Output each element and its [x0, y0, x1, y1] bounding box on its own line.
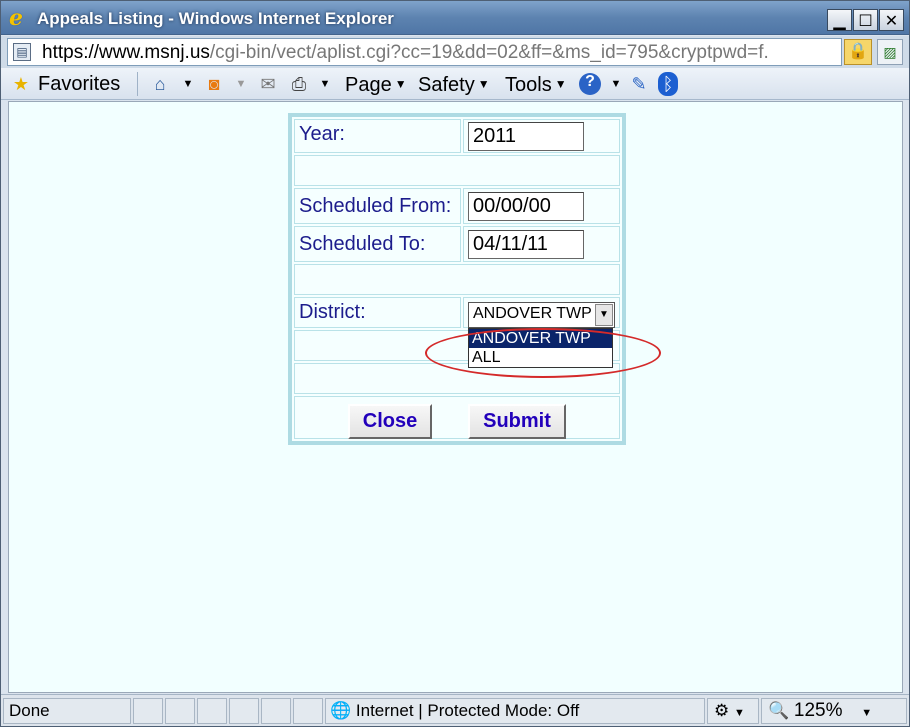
chevron-down-icon[interactable]: ▼ — [595, 304, 613, 326]
bluetooth-icon[interactable]: ᛒ — [658, 72, 678, 96]
button-row — [294, 396, 620, 439]
chevron-down-icon: ▼ — [477, 77, 490, 91]
district-option[interactable]: ANDOVER TWP — [469, 329, 612, 348]
browser-window: e Appeals Listing - Windows Internet Exp… — [0, 0, 910, 727]
scheduled-to-label: Scheduled To: — [299, 233, 426, 255]
chevron-down-icon: ▼ — [394, 77, 407, 91]
zoom-icon: 🔍 — [768, 701, 790, 720]
close-button[interactable]: Close — [348, 404, 432, 439]
close-window-button[interactable]: ✕ — [879, 9, 904, 31]
url-host: msnj.us — [144, 42, 210, 63]
mail-icon[interactable]: ✉ — [256, 72, 280, 96]
zoom-button[interactable]: 🔍 125% ▼ — [761, 698, 907, 724]
home-dropdown-icon[interactable]: ▼ — [176, 72, 200, 96]
district-dropdown-list: ANDOVER TWP ALL — [468, 328, 613, 368]
lock-icon[interactable]: 🔒 — [844, 39, 872, 65]
status-pane — [261, 698, 291, 724]
page-icon: ▤ — [13, 43, 31, 61]
district-option[interactable]: ALL — [469, 348, 612, 367]
district-select[interactable]: ANDOVER TWP ▼ — [468, 302, 615, 328]
status-pane — [293, 698, 323, 724]
compatibility-view-icon[interactable]: ▨ — [877, 39, 903, 65]
maximize-button[interactable]: ☐ — [853, 9, 878, 31]
security-zone-text: Internet | Protected Mode: Off — [355, 701, 580, 720]
scheduled-from-label: Scheduled From: — [299, 195, 452, 217]
status-pane — [165, 698, 195, 724]
minimize-button[interactable]: ▁ — [827, 9, 852, 31]
district-label-cell: District: — [294, 297, 461, 328]
appeals-form: Year: 2011 Scheduled From: 00/00/00 Sche… — [288, 113, 626, 445]
from-label-cell: Scheduled From: — [294, 188, 461, 224]
zoom-level: 125% — [793, 700, 843, 721]
scheduled-from-input[interactable]: 00/00/00 — [468, 192, 584, 221]
home-icon[interactable]: ⌂ — [148, 72, 172, 96]
feeds-dropdown-icon[interactable]: ▼ — [229, 72, 253, 96]
research-pen-icon[interactable]: ✎ — [627, 72, 651, 96]
window-title: Appeals Listing - Windows Internet Explo… — [37, 9, 394, 28]
favorites-button[interactable]: Favorites — [38, 72, 120, 96]
favorites-star-icon[interactable]: ★ — [9, 72, 33, 96]
submit-button[interactable]: Submit — [468, 404, 566, 439]
scheduled-to-input[interactable]: 04/11/11 — [468, 230, 584, 259]
status-pane — [133, 698, 163, 724]
to-label-cell: Scheduled To: — [294, 226, 461, 262]
url-input[interactable]: ▤ https://www.msnj.us/cgi-bin/vect/aplis… — [7, 38, 842, 66]
url-text: https://www.msnj.us/cgi-bin/vect/aplist.… — [42, 42, 769, 64]
chevron-down-icon: ▼ — [733, 707, 745, 719]
status-pane — [197, 698, 227, 724]
gear-icon: ⚙ — [714, 701, 730, 720]
chevron-down-icon: ▼ — [861, 707, 873, 719]
help-dropdown-icon[interactable]: ▼ — [604, 72, 628, 96]
safety-menu-label: Safety — [418, 74, 475, 96]
district-selected-value: ANDOVER TWP — [473, 305, 592, 322]
tools-menu[interactable]: Tools ▼ — [505, 72, 567, 96]
safety-menu[interactable]: Safety ▼ — [418, 72, 490, 96]
url-scheme: https://www. — [42, 42, 145, 63]
address-bar: ▤ https://www.msnj.us/cgi-bin/vect/aplis… — [1, 36, 909, 68]
security-zone[interactable]: 🌐 Internet | Protected Mode: Off — [325, 698, 705, 724]
toolbar-divider — [137, 72, 138, 96]
year-input[interactable]: 2011 — [468, 122, 584, 151]
spacer-row — [294, 155, 620, 186]
print-icon[interactable]: ⎙ — [287, 72, 311, 96]
year-label-cell: Year: — [294, 119, 461, 153]
page-content: Year: 2011 Scheduled From: 00/00/00 Sche… — [8, 101, 903, 693]
status-pane — [229, 698, 259, 724]
spacer-row — [294, 264, 620, 295]
title-bar[interactable]: e Appeals Listing - Windows Internet Exp… — [1, 1, 909, 35]
status-text: Done — [3, 698, 131, 724]
help-icon[interactable]: ? — [579, 73, 601, 95]
chevron-down-icon: ▼ — [554, 77, 567, 91]
district-label: District: — [299, 301, 366, 323]
globe-icon: 🌐 — [330, 701, 352, 720]
page-menu-label: Page — [345, 74, 392, 96]
ie-logo-icon: e — [9, 5, 23, 31]
page-menu[interactable]: Page ▼ — [345, 72, 407, 96]
command-bar: ★ Favorites ⌂ ▼ ◙ ▼ ✉ ⎙ ▼ Page ▼ Safety ▼ … — [1, 68, 909, 100]
feeds-icon[interactable]: ◙ — [202, 72, 226, 96]
year-label: Year: — [299, 123, 345, 145]
url-path: /cgi-bin/vect/aplist.cgi?cc=19&dd=02&ff=… — [209, 42, 769, 63]
page-status-button[interactable]: ⚙ ▼ — [707, 698, 759, 724]
tools-menu-label: Tools — [505, 74, 552, 96]
status-bar: Done 🌐 Internet | Protected Mode: Off ⚙ … — [1, 694, 909, 726]
print-dropdown-icon[interactable]: ▼ — [313, 72, 337, 96]
